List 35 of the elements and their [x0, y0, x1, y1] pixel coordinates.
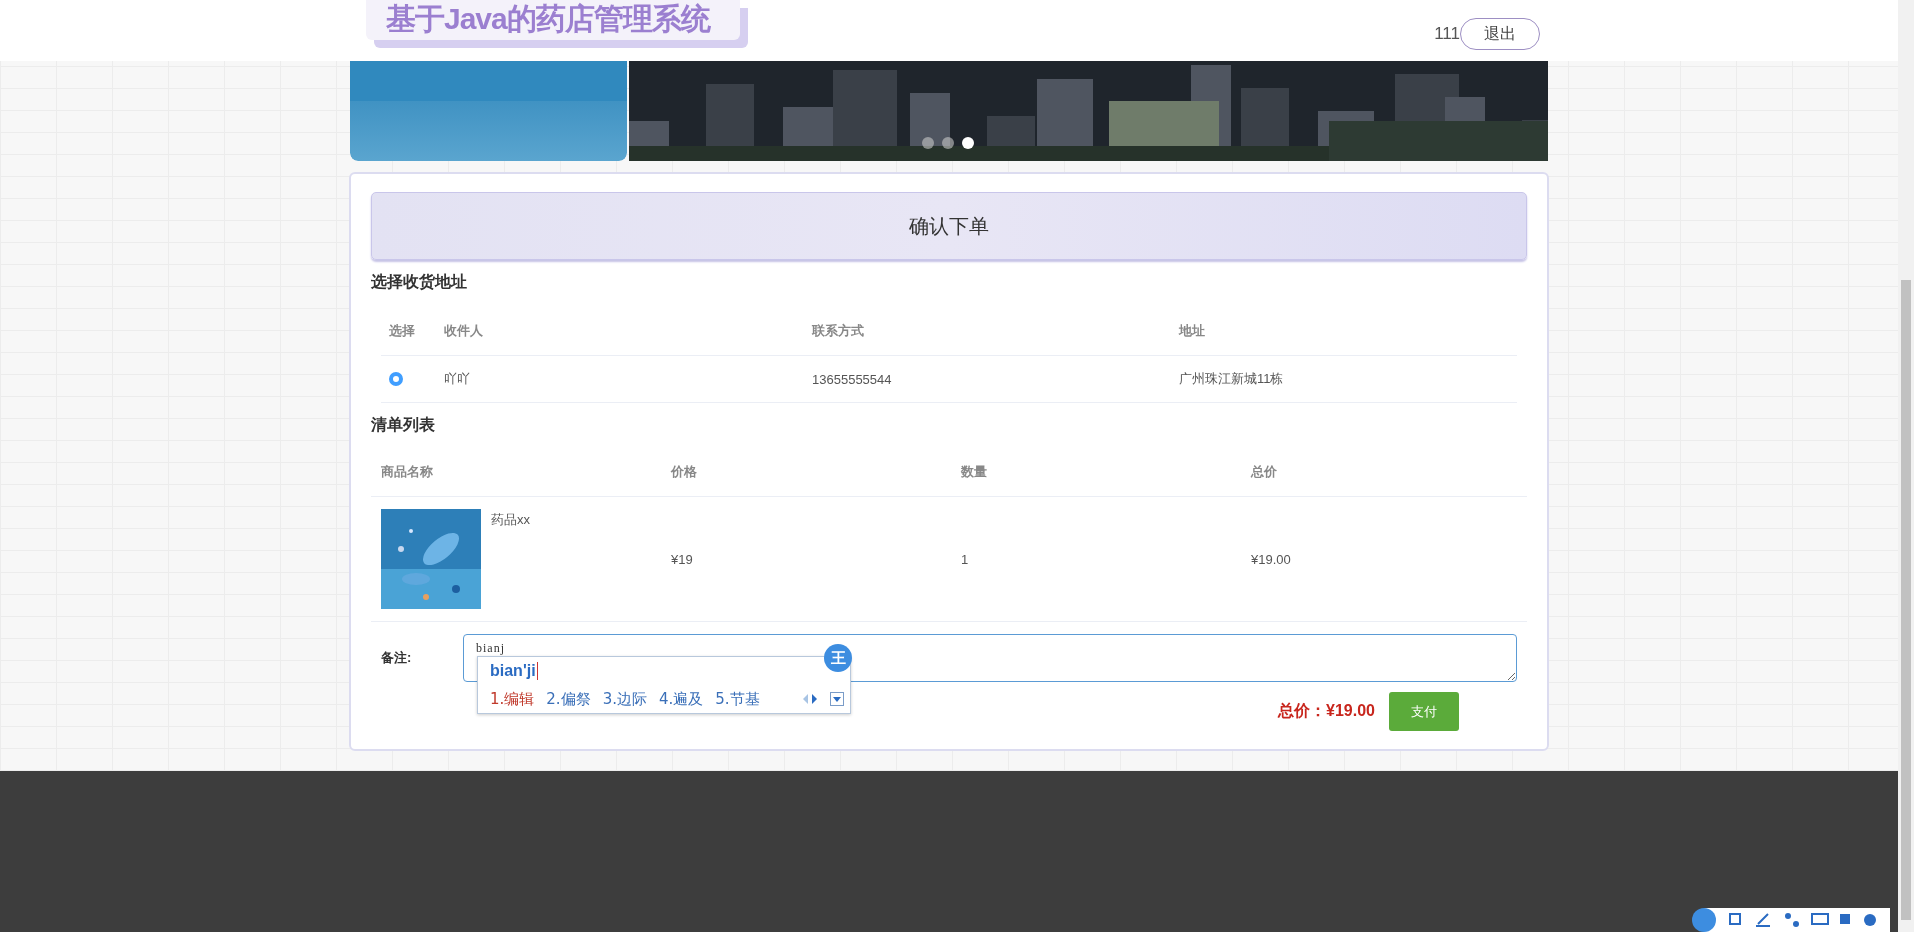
table-cell: 13655555544	[804, 356, 1171, 403]
order-total: 总价：¥19.00	[1278, 701, 1375, 721]
column-header: 选择	[381, 307, 436, 356]
ime-candidate[interactable]: 5.节基	[715, 689, 760, 709]
table-cell: ¥19.00	[1241, 497, 1527, 622]
column-header: 总价	[1241, 448, 1527, 497]
username: 111	[1434, 24, 1460, 44]
ime-candidate[interactable]: 2.偏祭	[546, 689, 591, 709]
scrollbar-thumb[interactable]	[1901, 280, 1911, 920]
dropdown-icon[interactable]	[830, 692, 844, 706]
product-name: 药品xx	[491, 511, 530, 529]
page-arrows-icon[interactable]	[802, 693, 818, 705]
carousel-dot[interactable]	[942, 137, 954, 149]
pay-button[interactable]: 支付	[1389, 692, 1459, 731]
section-title: 选择收货地址	[371, 272, 467, 293]
ime-candidate[interactable]: 3.边际	[602, 689, 647, 709]
ime-composition: bian'ji	[490, 662, 538, 680]
column-header: 价格	[661, 448, 951, 497]
column-header: 地址	[1171, 307, 1517, 356]
ime-candidate[interactable]: 1.编辑	[490, 689, 535, 709]
table-cell: ¥19	[661, 497, 951, 622]
column-header: 商品名称	[371, 448, 661, 497]
radio-button[interactable]	[389, 372, 403, 386]
section-title: 清单列表	[371, 415, 435, 435]
column-header: 数量	[951, 448, 1241, 497]
logout-button[interactable]: 退出	[1460, 18, 1540, 50]
column-header: 联系方式	[804, 307, 1171, 356]
table-cell: 广州珠江新城11栋	[1171, 356, 1517, 403]
column-header: 收件人	[436, 307, 804, 356]
table-cell: 1	[951, 497, 1241, 622]
ime-candidate[interactable]: 4.遍及	[658, 689, 704, 709]
order-header: 确认下单	[371, 192, 1527, 260]
table-cell: 吖吖	[436, 356, 804, 403]
carousel-dot[interactable]	[922, 137, 934, 149]
remark-label: 备注:	[381, 649, 413, 667]
